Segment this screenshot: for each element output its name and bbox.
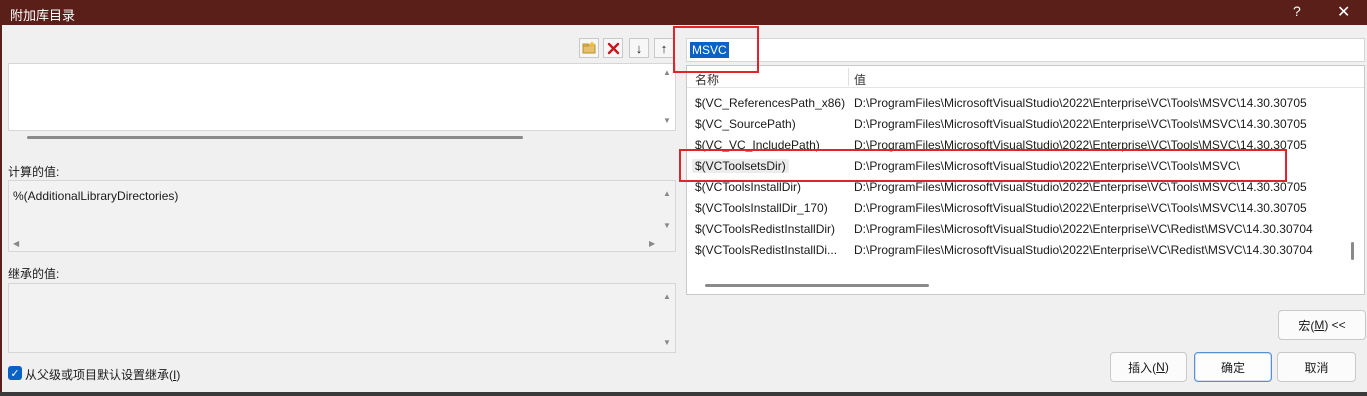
- macro-name: $(VC_ReferencesPath_x86): [695, 96, 846, 110]
- inherit-checkbox-label[interactable]: 从父级或项目默认设置继承(I): [25, 366, 180, 383]
- title-bar: 附加库目录 ? ✕: [0, 0, 1367, 25]
- column-header-name[interactable]: 名称: [695, 71, 719, 88]
- macro-row[interactable]: $(VCToolsRedistInstallDi... D:\ProgramFi…: [687, 239, 1364, 260]
- move-down-button[interactable]: ↓: [629, 38, 649, 58]
- window-title: 附加库目录: [10, 8, 76, 23]
- inherited-label: 继承的值:: [8, 267, 60, 281]
- annotation-box: [673, 26, 759, 73]
- macro-row[interactable]: $(VC_SourcePath) D:\ProgramFiles\Microso…: [687, 113, 1364, 134]
- scroll-up-arrow[interactable]: ▲: [663, 68, 671, 77]
- macro-value: D:\ProgramFiles\MicrosoftVisualStudio\20…: [854, 96, 1307, 110]
- macro-row[interactable]: $(VCToolsRedistInstallDir) D:\ProgramFil…: [687, 218, 1364, 239]
- ok-button[interactable]: 确定: [1194, 352, 1272, 382]
- macro-name: $(VCToolsRedistInstallDi...: [695, 243, 838, 257]
- background-strip: [0, 392, 1367, 396]
- inherit-checkbox[interactable]: ✓: [8, 366, 22, 380]
- list-vertical-scrollbar[interactable]: [1351, 242, 1354, 260]
- scroll-up-arrow[interactable]: ▲: [663, 292, 671, 301]
- scroll-down-arrow[interactable]: ▼: [663, 116, 671, 125]
- window-border: [0, 25, 2, 396]
- macro-name: $(VCToolsRedistInstallDir): [695, 222, 836, 236]
- evaluated-value-box: %(AdditionalLibraryDirectories) ▲ ▼ ◀ ▶: [8, 180, 676, 252]
- inherited-value-box: ▲ ▼: [8, 283, 676, 353]
- editor-horizontal-scrollbar[interactable]: [27, 136, 523, 139]
- close-button[interactable]: ✕: [1337, 2, 1350, 22]
- evaluated-label: 计算的值:: [8, 165, 60, 179]
- macro-filter-input[interactable]: MSVC: [686, 38, 1365, 62]
- macro-row[interactable]: $(VCToolsInstallDir_170) D:\ProgramFiles…: [687, 197, 1364, 218]
- macro-name: $(VC_SourcePath): [695, 117, 796, 131]
- macro-value: D:\ProgramFiles\MicrosoftVisualStudio\20…: [854, 117, 1307, 131]
- insert-button[interactable]: 插入(N): [1110, 352, 1187, 382]
- help-button[interactable]: ?: [1293, 3, 1301, 19]
- macro-value: D:\ProgramFiles\MicrosoftVisualStudio\20…: [854, 222, 1313, 236]
- directory-editor[interactable]: ▲ ▼: [8, 63, 676, 139]
- scroll-left-arrow[interactable]: ◀: [13, 239, 19, 248]
- new-folder-icon: [582, 41, 596, 54]
- macro-row[interactable]: $(VC_ReferencesPath_x86) D:\ProgramFiles…: [687, 92, 1364, 113]
- macro-value: D:\ProgramFiles\MicrosoftVisualStudio\20…: [854, 180, 1307, 194]
- macro-name: $(VCToolsInstallDir_170): [695, 201, 828, 215]
- annotation-box: [679, 149, 1287, 182]
- scroll-down-arrow[interactable]: ▼: [663, 338, 671, 347]
- scroll-right-arrow[interactable]: ▶: [649, 239, 655, 248]
- list-horizontal-scrollbar[interactable]: [705, 284, 929, 287]
- scroll-down-arrow[interactable]: ▼: [663, 221, 671, 230]
- macro-value: D:\ProgramFiles\MicrosoftVisualStudio\20…: [854, 201, 1307, 215]
- cancel-button[interactable]: 取消: [1277, 352, 1356, 382]
- delete-icon: [607, 42, 619, 54]
- macro-value: D:\ProgramFiles\MicrosoftVisualStudio\20…: [854, 243, 1313, 257]
- column-header-value[interactable]: 值: [854, 71, 866, 88]
- scroll-up-arrow[interactable]: ▲: [663, 189, 671, 198]
- move-up-button[interactable]: ↑: [654, 38, 674, 58]
- macro-list-header: 名称 值: [687, 66, 1364, 88]
- evaluated-value: %(AdditionalLibraryDirectories): [13, 189, 179, 203]
- macros-button[interactable]: 宏(M) <<: [1278, 310, 1366, 340]
- column-divider[interactable]: [848, 68, 849, 86]
- delete-line-button[interactable]: [603, 38, 623, 58]
- macro-name: $(VCToolsInstallDir): [695, 180, 802, 194]
- new-line-button[interactable]: [579, 38, 599, 58]
